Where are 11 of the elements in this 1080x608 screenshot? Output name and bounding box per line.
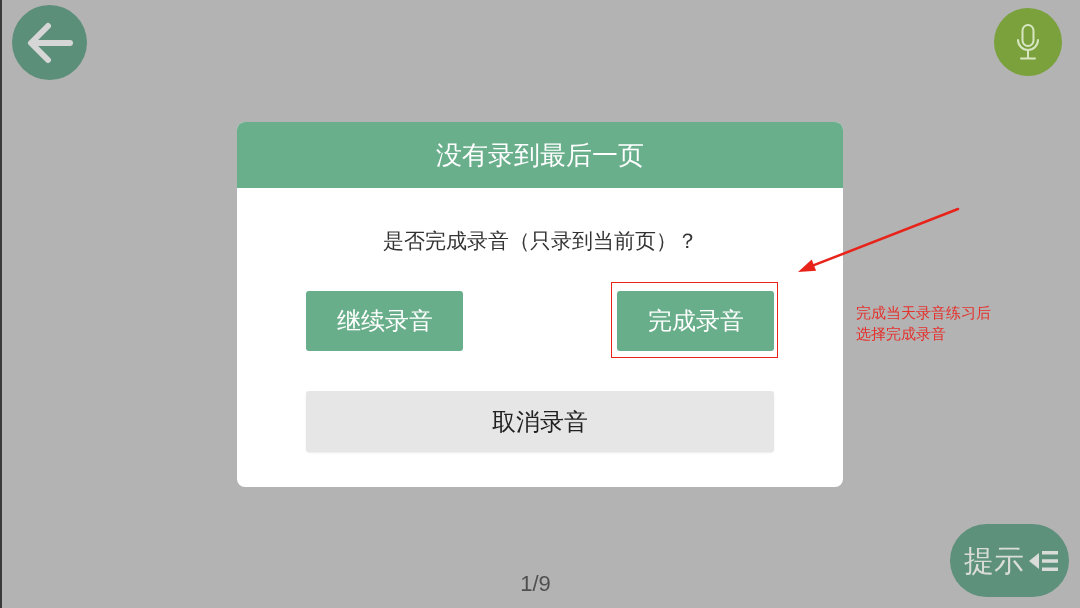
dialog-message: 是否完成录音（只录到当前页）？	[381, 228, 699, 255]
collapse-list-icon	[1029, 548, 1059, 573]
dialog-title: 没有录到最后一页	[237, 122, 843, 188]
arrow-left-icon	[26, 21, 73, 64]
annotation-note: 完成当天录音练习后选择完成录音	[856, 303, 992, 345]
dialog-button[interactable]: 继续录音	[306, 291, 463, 351]
dialog-button[interactable]: 完成录音	[617, 291, 774, 351]
microphone-icon	[1016, 24, 1040, 60]
dialog-button[interactable]: 取消录音	[306, 391, 774, 452]
hint-button[interactable]: 提示	[950, 524, 1069, 597]
page-indicator: 1/9	[520, 570, 551, 597]
